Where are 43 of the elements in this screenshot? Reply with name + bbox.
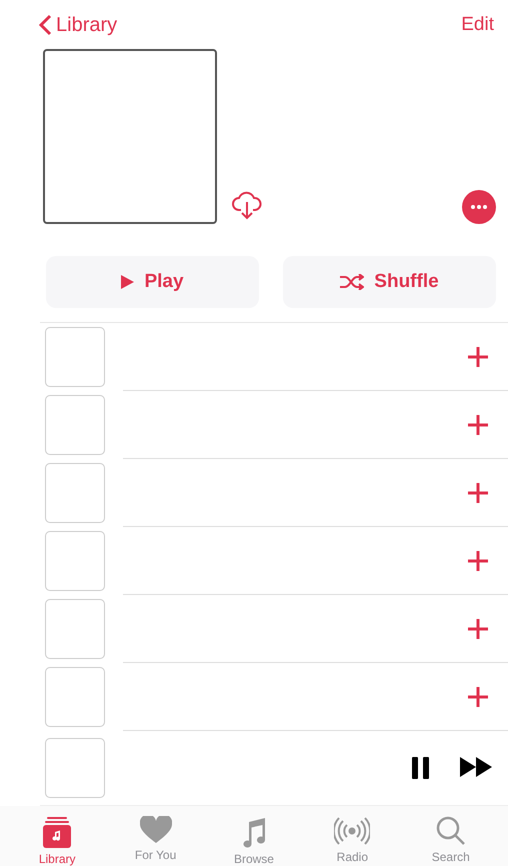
tab[interactable]: Search xyxy=(410,816,491,866)
back-button[interactable]: Library xyxy=(38,14,118,36)
add-button[interactable] xyxy=(468,414,488,434)
play-icon xyxy=(121,275,134,289)
broadcast-icon xyxy=(334,816,370,846)
album-artwork xyxy=(45,738,105,798)
plus-icon xyxy=(468,346,488,366)
add-button[interactable] xyxy=(468,618,488,638)
more-button[interactable] xyxy=(462,190,496,224)
tab[interactable]: Library xyxy=(17,816,98,866)
shuffle-button[interactable]: Shuffle xyxy=(283,256,496,308)
ellipsis-icon xyxy=(471,205,487,209)
album-artwork xyxy=(45,463,105,523)
plus-icon xyxy=(468,414,488,434)
shuffle-icon xyxy=(340,274,364,290)
album-artwork xyxy=(45,531,105,591)
plus-icon xyxy=(468,550,488,570)
fast-forward-icon xyxy=(460,757,492,777)
add-button[interactable] xyxy=(468,482,488,502)
chevron-left-icon xyxy=(38,14,52,36)
tab[interactable]: Radio xyxy=(312,816,392,866)
fast-forward-button[interactable] xyxy=(460,757,492,779)
plus-icon xyxy=(468,482,488,502)
plus-icon xyxy=(468,686,488,706)
tab[interactable]: For You xyxy=(116,816,196,866)
album-artwork xyxy=(45,327,105,387)
play-button[interactable]: Play xyxy=(46,256,259,308)
album-artwork xyxy=(45,667,105,727)
music-note-icon xyxy=(240,816,267,848)
add-button[interactable] xyxy=(468,550,488,570)
cloud-download-icon[interactable] xyxy=(231,190,263,220)
album-artwork xyxy=(45,395,105,455)
plus-icon xyxy=(468,618,488,638)
search-icon xyxy=(436,816,466,846)
album-artwork xyxy=(45,599,105,659)
music-note-stack-icon xyxy=(43,816,72,848)
tab[interactable]: Browse xyxy=(214,816,294,866)
pause-icon xyxy=(412,757,430,779)
add-button[interactable] xyxy=(468,686,488,706)
add-button[interactable] xyxy=(468,346,488,366)
pause-button[interactable] xyxy=(412,757,430,779)
heart-icon xyxy=(140,816,172,844)
edit-button[interactable]: Edit xyxy=(461,14,494,36)
